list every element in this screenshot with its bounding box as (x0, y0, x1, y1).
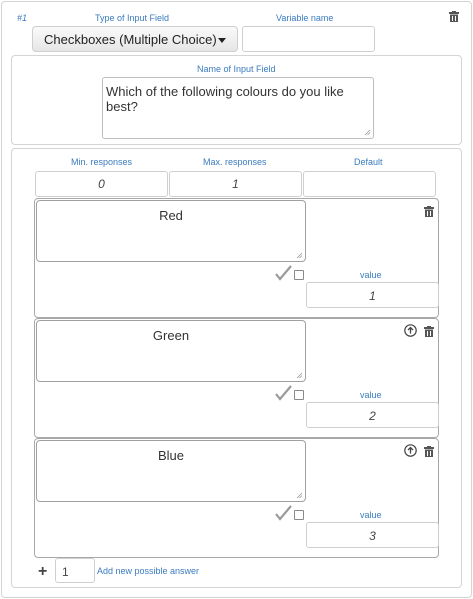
answer-text: Green (152, 328, 190, 343)
answer-card: Green value 2 (34, 318, 439, 438)
min-responses-input[interactable]: 0 (35, 171, 168, 197)
min-responses-label: Min. responses (71, 157, 133, 167)
correct-checkbox[interactable] (294, 510, 304, 520)
add-new-answer-link[interactable]: Add new possible answer (97, 566, 199, 576)
chevron-down-icon (218, 38, 226, 43)
item-number: #1 (17, 13, 28, 23)
add-answer-count-input[interactable]: 1 (55, 558, 95, 583)
answer-card: Red value 1 (34, 198, 439, 318)
checkmark-icon (275, 505, 292, 521)
max-responses-label: Max. responses (203, 157, 267, 167)
answer-text-field[interactable]: Red (36, 200, 306, 262)
checkmark-icon (275, 385, 292, 401)
name-of-input-field-label: Name of Input Field (197, 64, 276, 74)
answer-text-field[interactable]: Green (36, 320, 306, 382)
trash-icon[interactable] (449, 11, 459, 22)
resize-grip-icon[interactable] (364, 129, 371, 136)
input-type-selected: Checkboxes (Multiple Choice) (44, 32, 217, 47)
value-label: value (360, 510, 382, 520)
correct-checkbox[interactable] (294, 390, 304, 400)
arrow-up-circle-icon[interactable] (404, 444, 417, 457)
answer-text-field[interactable]: Blue (36, 440, 306, 502)
resize-grip-icon[interactable] (296, 492, 303, 499)
trash-icon[interactable] (424, 446, 434, 457)
answer-card: Blue value 3 (34, 438, 439, 558)
value-label: value (360, 390, 382, 400)
input-field-name-text: Which of the following colours do you li… (106, 84, 344, 114)
answer-text: Blue (157, 448, 185, 463)
type-of-input-field-label: Type of Input Field (95, 13, 170, 23)
answer-value-input[interactable]: 3 (306, 522, 439, 548)
trash-icon[interactable] (424, 206, 434, 217)
variable-name-input[interactable] (242, 26, 375, 52)
answer-value-input[interactable]: 2 (306, 402, 439, 428)
correct-checkbox[interactable] (294, 270, 304, 280)
default-input[interactable] (303, 171, 436, 197)
value-label: value (360, 270, 382, 280)
resize-grip-icon[interactable] (296, 372, 303, 379)
checkmark-icon (275, 265, 292, 281)
answer-value-input[interactable]: 1 (306, 282, 439, 308)
answer-text: Red (159, 208, 183, 223)
trash-icon[interactable] (424, 326, 434, 337)
default-label: Default (354, 157, 383, 167)
arrow-up-circle-icon[interactable] (404, 324, 417, 337)
input-field-name-textarea[interactable]: Which of the following colours do you li… (102, 77, 374, 139)
resize-grip-icon[interactable] (296, 252, 303, 259)
add-answer-plus-button[interactable]: + (38, 563, 47, 581)
input-type-dropdown[interactable]: Checkboxes (Multiple Choice) (32, 26, 238, 52)
max-responses-input[interactable]: 1 (169, 171, 302, 197)
variable-name-label: Variable name (276, 13, 334, 23)
